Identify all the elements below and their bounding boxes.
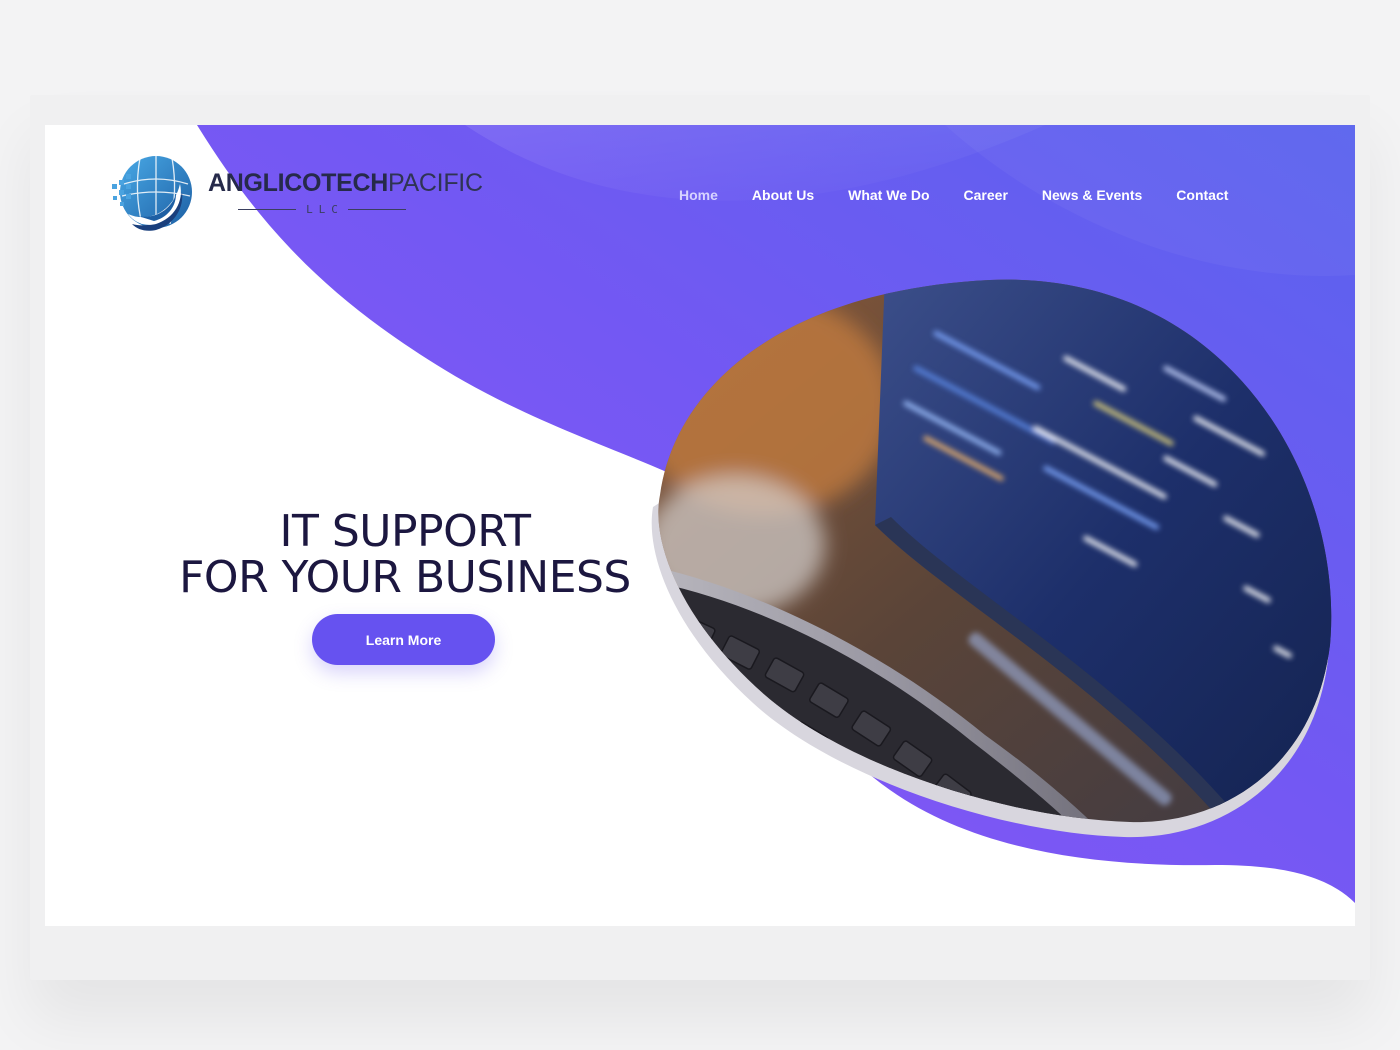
page: ANGLICOTECHPACIFIC LLC Home About Us Wha… (0, 0, 1400, 1050)
divider (238, 209, 297, 210)
brand-name-light: PACIFIC (388, 169, 483, 197)
divider (347, 209, 406, 210)
brand-name: ANGLICOTECHPACIFIC (208, 169, 483, 198)
nav-item-contact[interactable]: Contact (1176, 187, 1228, 203)
nav-item-about-us[interactable]: About Us (752, 187, 814, 203)
brand-suffix: LLC (306, 203, 344, 216)
brand-name-strong: ANGLICOTECH (208, 169, 389, 197)
nav-item-career[interactable]: Career (964, 187, 1008, 203)
globe-wave-icon (110, 154, 192, 236)
hero-title: IT SUPPORT FOR YOUR BUSINESS (160, 509, 650, 601)
hero-title-line-2: FOR YOUR BUSINESS (179, 552, 631, 604)
learn-more-button[interactable]: Learn More (312, 614, 495, 665)
nav-item-home[interactable]: Home (679, 187, 718, 203)
brand-logo[interactable]: ANGLICOTECHPACIFIC LLC (110, 154, 483, 236)
nav-item-what-we-do[interactable]: What We Do (848, 187, 929, 203)
main-nav: Home About Us What We Do Career News & E… (679, 187, 1228, 203)
brand-suffix-row: LLC (238, 203, 406, 216)
hero-title-line-1: IT SUPPORT (279, 506, 531, 558)
nav-item-news-events[interactable]: News & Events (1042, 187, 1142, 203)
website-frame: ANGLICOTECHPACIFIC LLC Home About Us Wha… (45, 125, 1355, 926)
